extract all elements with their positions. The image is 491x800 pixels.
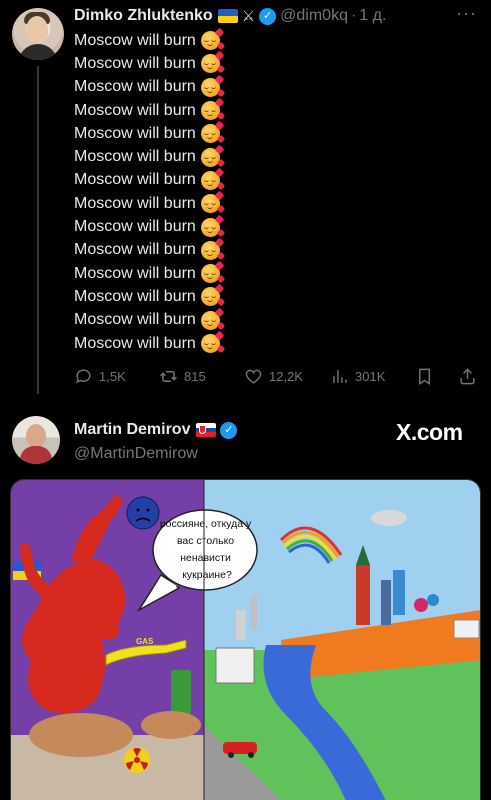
tweet-text-line: Moscow will burn [74,167,226,192]
tweet-text-line-label: Moscow will burn [74,334,196,352]
tweet-text-line: Moscow will burn [74,120,226,145]
separator: · [350,7,357,24]
tweet-text-line: Moscow will burn [74,190,226,215]
tweet-text-line: Moscow will burn [74,97,226,122]
retweet-button[interactable]: 815 [159,365,206,387]
tweet-text: Moscow will burn Moscow will burn Moscow w… [74,27,226,355]
tweet-text-line: Moscow will burn [74,50,226,75]
bubble-line-1: россияне, откуда у [160,518,252,530]
smiling-face-with-hearts-icon [200,50,226,74]
tweet-text-line-label: Moscow will burn [74,148,196,166]
timestamp[interactable]: 1 д. [359,7,386,25]
smiling-face-with-hearts-icon [200,330,226,354]
reply-button[interactable]: 1,5K [74,365,126,387]
bubble-line-4: кукраине? [182,569,232,581]
tweet-text-line: Moscow will burn [74,260,226,285]
smiling-face-with-hearts-icon [200,307,226,330]
ukraine-flag-icon [217,9,238,23]
action-bar: 1,5K 815 12,2K 301K [74,365,480,387]
slovakia-flag-icon [196,423,217,437]
share-icon [460,367,475,384]
tweet-image[interactable]: GAS россияне, откуда у вас столько ненав… [10,479,481,800]
tweet-text-line: Moscow will burn [74,74,226,99]
verified-badge-icon[interactable]: ✓ [259,7,277,25]
retweet-count: 815 [184,368,206,384]
smiling-face-with-hearts-icon [200,144,226,167]
tweet-text-line-label: Moscow will burn [74,124,196,142]
retweet-icon [160,370,177,382]
share-button[interactable] [458,365,483,387]
smiling-face-with-hearts-icon [200,214,226,237]
tweet-text-line: Moscow will burn [74,330,226,355]
tweet-header: Dimko Zhluktenko ⚔ ✓ @dim0kq · 1 д. [74,5,386,27]
smiling-face-with-hearts-icon [200,190,226,214]
views-count: 301K [355,368,386,384]
bookmark-button[interactable] [415,365,440,387]
author-name[interactable]: Dimko Zhluktenko [74,7,213,25]
smiling-face-with-hearts-icon [200,74,226,97]
tweet-text-line: Moscow will burn [74,144,226,168]
author-name[interactable]: Martin Demirov [74,421,190,439]
smiling-face-with-hearts-icon [200,167,226,191]
tweet-text-line-label: Moscow will burn [74,218,196,236]
gas-label: GAS [136,637,154,646]
bookmark-icon [419,368,430,385]
smiling-face-with-hearts-icon [200,260,226,284]
reply-icon [76,368,91,383]
more-icon[interactable]: ··· [456,3,477,24]
tweet-text-line: Moscow will burn [74,283,226,308]
tweet-text-line-label: Moscow will burn [74,194,196,212]
tweet-text-line-label: Moscow will burn [74,311,196,329]
tweet-text-line-label: Moscow will burn [74,78,196,96]
tweet-text-line: Moscow will burn [74,27,226,52]
author-handle[interactable]: @dim0kq [280,7,348,25]
smiling-face-with-hearts-icon [200,283,226,307]
tweet-text-line-label: Moscow will burn [74,241,196,259]
tweet-text-line-label: Moscow will burn [74,54,196,72]
tweet-text-line-label: Moscow will burn [74,264,196,282]
smiling-face-with-hearts-icon [200,120,226,144]
tweet-text-line: Moscow will burn [74,214,226,238]
crossed-swords-icon: ⚔ [241,8,256,25]
tweet-text-line: Moscow will burn [74,237,226,262]
views-chart-icon [333,369,347,383]
smiling-face-with-hearts-icon [200,237,226,261]
author-handle[interactable]: @MartinDemirow [74,445,198,463]
author-avatar[interactable] [12,416,60,464]
heart-icon [245,369,262,384]
bubble-line-3: ненависти [180,552,231,564]
tweet-text-line-label: Moscow will burn [74,31,196,49]
like-button[interactable]: 12,2K [244,365,303,387]
smiling-face-with-hearts-icon [200,27,226,51]
reply-count: 1,5K [99,368,126,384]
smiling-face-with-hearts-icon [200,97,226,121]
author-avatar[interactable] [12,8,64,60]
thread-line [37,66,39,394]
bubble-line-2: вас столько [177,535,234,547]
tweet-header: Martin Demirov ✓ [74,421,238,439]
views-button[interactable]: 301K [330,365,385,387]
tweet-text-line-label: Moscow will burn [74,171,196,189]
x-logo: X.com [396,419,463,445]
tweet-1: Dimko Zhluktenko ⚔ ✓ @dim0kq · 1 д. ··· … [0,0,491,405]
tweet-2: Martin Demirov ✓ @MartinDemirow X.com GA… [0,405,491,800]
tweet-text-line: Moscow will burn [74,307,226,332]
verified-badge-icon[interactable]: ✓ [220,421,238,439]
tweet-text-line-label: Moscow will burn [74,287,196,305]
tweet-text-line-label: Moscow will burn [74,101,196,119]
like-count: 12,2K [269,368,303,384]
